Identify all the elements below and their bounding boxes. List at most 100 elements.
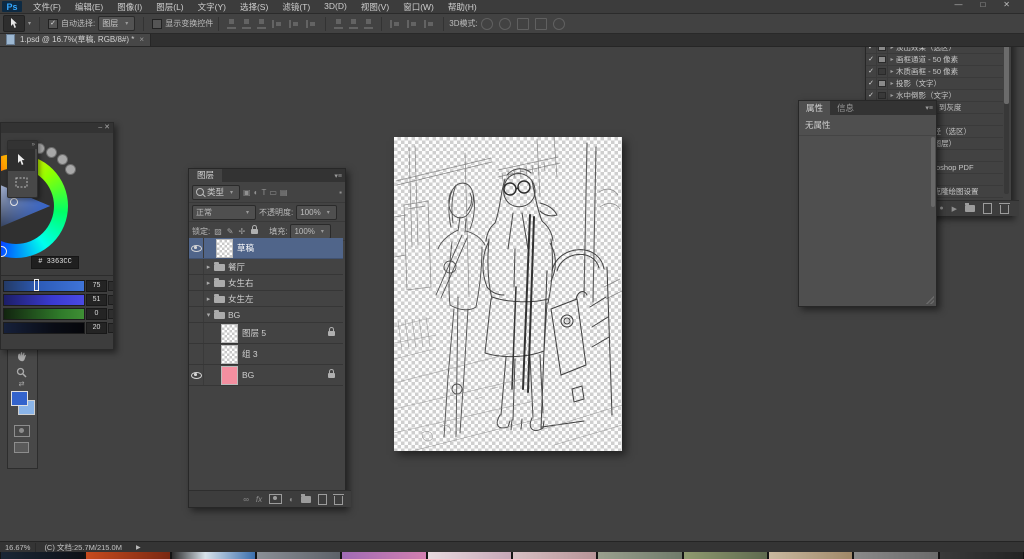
layer-name[interactable]: 女生右 [228, 277, 343, 289]
layer-row[interactable]: 草稿 [189, 238, 343, 259]
layer-name[interactable]: BG [242, 370, 326, 380]
marquee-tool-button[interactable] [8, 171, 35, 193]
distribute-center-icon[interactable] [407, 20, 418, 28]
resize-grip[interactable] [926, 296, 934, 304]
swap-colors-icon[interactable]: ⇄ [8, 380, 35, 389]
filter-smartobject-icon[interactable]: ▤ [280, 188, 288, 197]
3d-slide-icon[interactable] [535, 18, 547, 30]
taskbar-thumbnail[interactable] [513, 552, 596, 559]
slider-spinner[interactable] [108, 309, 114, 319]
tab-properties[interactable]: 属性 [799, 101, 830, 115]
filter-type-icon[interactable]: T [261, 188, 266, 197]
lock-all-icon[interactable] [251, 229, 258, 234]
slider-track[interactable] [3, 322, 85, 334]
panel-menu-icon[interactable]: ▾≡ [925, 104, 936, 112]
expand-arrow-icon[interactable] [888, 56, 896, 63]
layer-row[interactable]: 女生左 [189, 291, 343, 307]
distribute-right-icon[interactable] [424, 20, 435, 28]
slider-track[interactable] [3, 280, 85, 292]
blend-mode-dropdown[interactable]: 正常 ▾ [192, 205, 256, 220]
taskbar-thumbnail[interactable] [172, 552, 255, 559]
distribute-bottom-icon[interactable] [364, 19, 373, 29]
taskbar-thumbnail[interactable] [940, 552, 1023, 559]
taskbar-thumbnail[interactable] [1, 552, 84, 559]
link-layers-icon[interactable]: ∞ [243, 495, 249, 504]
layer-name[interactable]: 餐厅 [228, 261, 343, 273]
lock-pixels-icon[interactable]: ✎ [227, 227, 234, 236]
photoshop-logo[interactable]: Ps [2, 1, 22, 12]
visibility-toggle[interactable] [189, 275, 204, 290]
properties-scrollbar[interactable] [931, 137, 935, 207]
visibility-toggle[interactable] [189, 307, 204, 322]
3d-rotate-icon[interactable] [481, 18, 493, 30]
action-row[interactable]: ✓ 木质画框 - 50 像素 [866, 66, 1003, 78]
action-dialog-toggle[interactable] [877, 78, 888, 89]
menu-item[interactable]: 3D(D) [317, 1, 354, 13]
filter-adjustment-icon[interactable]: ◐ [254, 188, 259, 197]
action-dialog-toggle[interactable] [877, 54, 888, 65]
delete-action-icon[interactable] [1000, 205, 1009, 214]
layer-row[interactable]: 女生右 [189, 275, 343, 291]
3d-scale-icon[interactable] [553, 18, 565, 30]
tab-info[interactable]: 信息 [830, 101, 861, 115]
layers-tab[interactable]: 图层 [189, 169, 222, 182]
action-check-icon[interactable]: ✓ [866, 78, 877, 89]
expand-arrow-icon[interactable] [204, 279, 213, 287]
hex-value[interactable]: # 3363CC [31, 256, 79, 269]
taskbar-thumbnail[interactable] [854, 552, 937, 559]
show-transform-checkbox[interactable] [152, 19, 162, 29]
document-tab[interactable]: 1.psd @ 16.7%(草稿, RGB/8#) * × [0, 33, 151, 46]
opacity-dropdown[interactable]: 100% ▾ [296, 205, 336, 220]
visibility-toggle[interactable] [189, 259, 204, 274]
slider-value[interactable]: 51 [86, 294, 107, 306]
layer-name[interactable]: 草稿 [237, 242, 343, 254]
visibility-toggle[interactable] [189, 291, 204, 306]
action-check-icon[interactable]: ✓ [866, 54, 877, 65]
panel-menu-icon[interactable]: ▾≡ [334, 172, 345, 180]
adjustment-layer-icon[interactable]: ◐ [289, 495, 294, 504]
slider-value[interactable]: 75 [86, 280, 107, 292]
quick-mask-button[interactable] [8, 423, 35, 439]
layer-row[interactable]: BG [189, 307, 343, 323]
taskbar-thumbnail[interactable] [428, 552, 511, 559]
distribute-top-icon[interactable] [334, 19, 343, 29]
align-left-icon[interactable] [227, 19, 236, 29]
auto-select-dropdown[interactable]: 图层 ▾ [98, 16, 135, 31]
window-control-button[interactable]: — [954, 0, 962, 9]
visibility-toggle[interactable] [189, 323, 204, 343]
filter-type-dropdown[interactable]: 类型 ▾ [192, 185, 240, 200]
menu-item[interactable]: 选择(S) [233, 1, 275, 13]
layer-name[interactable]: 女生左 [228, 293, 343, 305]
expand-arrow-icon[interactable] [204, 311, 213, 319]
zoom-level[interactable]: 16.67% [0, 543, 36, 552]
layer-thumbnail[interactable] [221, 345, 238, 364]
menu-item[interactable]: 视图(V) [354, 1, 396, 13]
delete-layer-icon[interactable] [334, 496, 343, 505]
action-name[interactable]: 投影（文字） [896, 78, 941, 89]
filter-toggle-icon[interactable]: ▪ [339, 188, 342, 197]
menu-item[interactable]: 文件(F) [26, 1, 68, 13]
layer-style-icon[interactable]: fx [256, 495, 262, 504]
taskbar-thumbnail[interactable] [257, 552, 340, 559]
play-icon[interactable]: ▶ [952, 205, 957, 213]
action-row[interactable]: ✓ 画框通道 - 50 像素 [866, 54, 1003, 66]
wheel-button-6[interactable] [65, 164, 76, 175]
distribute-middle-icon[interactable] [349, 19, 358, 29]
action-name[interactable]: 木质画框 - 50 像素 [896, 66, 958, 77]
action-row[interactable]: ✓ 投影（文字） [866, 78, 1003, 90]
layer-row[interactable]: BG [189, 365, 343, 386]
menu-item[interactable]: 图层(L) [149, 1, 190, 13]
visibility-toggle[interactable] [189, 365, 204, 385]
slider-spinner[interactable] [108, 295, 114, 305]
filter-shape-icon[interactable]: ▭ [269, 188, 277, 197]
expand-arrow-icon[interactable] [888, 92, 896, 99]
expand-arrow-icon[interactable] [888, 68, 896, 75]
layer-name[interactable]: 图层 5 [242, 327, 326, 339]
record-icon[interactable]: ● [939, 205, 943, 212]
slider-spinner[interactable] [108, 281, 114, 291]
action-dialog-toggle[interactable] [877, 66, 888, 77]
3d-roll-icon[interactable] [499, 18, 511, 30]
menu-item[interactable]: 编辑(E) [68, 1, 110, 13]
slider-value[interactable]: 0 [86, 308, 107, 320]
menu-item[interactable]: 文字(Y) [191, 1, 233, 13]
